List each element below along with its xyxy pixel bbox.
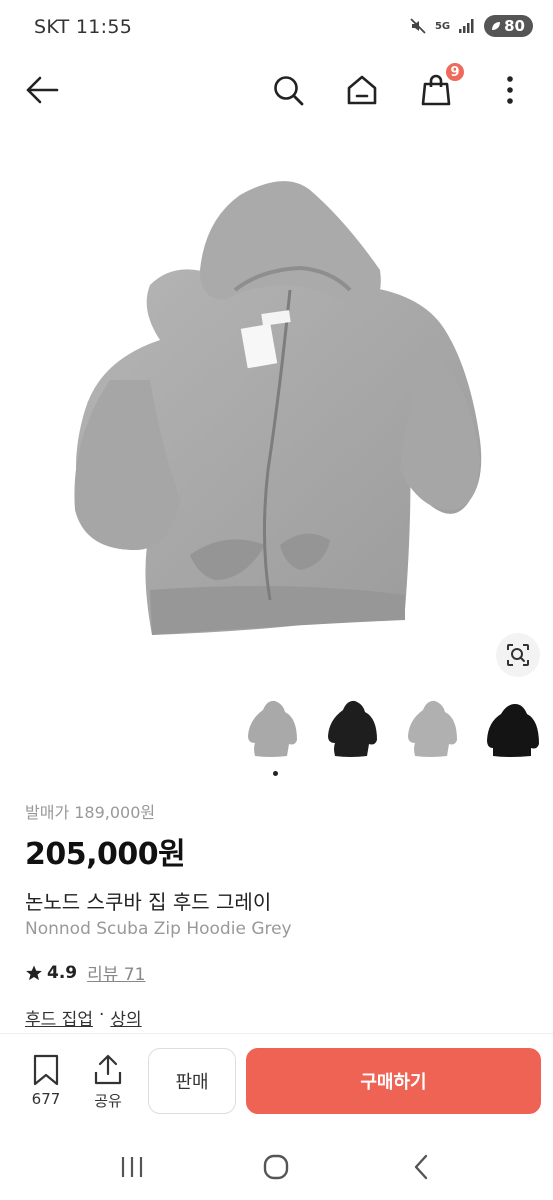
wish-button[interactable]: 677 bbox=[26, 1054, 66, 1108]
lens-search-icon bbox=[507, 644, 529, 666]
carrier-time: SKT 11:55 bbox=[34, 16, 133, 38]
wish-count: 677 bbox=[31, 1090, 61, 1108]
product-name-english: Nonnod Scuba Zip Hoodie Grey bbox=[25, 919, 292, 939]
current-price: 205,000원 bbox=[25, 837, 186, 872]
rating-row: 4.9 리뷰 71 bbox=[25, 960, 145, 985]
thumbnail-3[interactable] bbox=[403, 694, 463, 764]
hoodie-image bbox=[74, 181, 482, 635]
back-button[interactable] bbox=[22, 70, 62, 110]
reviews-link[interactable]: 리뷰 71 bbox=[87, 960, 145, 985]
product-image[interactable] bbox=[0, 140, 553, 680]
cart-button[interactable]: 9 bbox=[416, 61, 466, 110]
star-icon bbox=[26, 965, 42, 980]
thumbnail-strip bbox=[243, 694, 543, 764]
recent-apps-button[interactable] bbox=[102, 1137, 162, 1197]
share-icon bbox=[94, 1054, 122, 1085]
chevron-left-icon bbox=[414, 1154, 428, 1179]
category-separator: · bbox=[98, 1005, 105, 1025]
grey-hoodie-thumb-icon bbox=[408, 700, 457, 757]
rating-value: 4.9 bbox=[47, 962, 78, 983]
category-breadcrumb: 후드 집업 · 상의 bbox=[25, 1005, 142, 1030]
buy-button[interactable]: 구매하기 bbox=[246, 1048, 541, 1114]
black-hoodie-thumb-icon bbox=[487, 704, 539, 757]
more-button[interactable] bbox=[490, 70, 530, 110]
bottom-action-bar: 677 공유 판매 구매하기 bbox=[0, 1033, 553, 1133]
battery-level: 80 bbox=[504, 17, 525, 35]
home-button[interactable] bbox=[342, 70, 382, 110]
back-arrow-icon bbox=[26, 76, 59, 104]
product-name-korean: 논노드 스쿠바 집 후드 그레이 bbox=[25, 890, 272, 914]
signal-icon bbox=[459, 19, 474, 33]
sell-button[interactable]: 판매 bbox=[148, 1048, 236, 1114]
search-icon bbox=[274, 76, 304, 106]
status-bar: SKT 11:55 5G 80 bbox=[0, 0, 553, 56]
battery-indicator: 80 bbox=[484, 15, 533, 37]
image-search-button[interactable] bbox=[496, 633, 540, 677]
status-icons: 5G 80 bbox=[409, 15, 533, 37]
cart-count-badge: 9 bbox=[444, 61, 466, 83]
black-hoodie-thumb-icon bbox=[328, 700, 377, 757]
mute-icon bbox=[410, 18, 426, 34]
recent-apps-icon bbox=[122, 1156, 143, 1177]
network-label: 5G bbox=[434, 20, 451, 32]
retail-price: 발매가 189,000원 bbox=[25, 803, 156, 822]
bookmark-icon bbox=[33, 1054, 59, 1086]
grey-hoodie-thumb-icon bbox=[248, 700, 297, 757]
home-circle-icon bbox=[264, 1154, 289, 1179]
more-vertical-icon bbox=[507, 76, 513, 104]
home-nav-button[interactable] bbox=[246, 1137, 306, 1197]
leaf-icon bbox=[492, 22, 501, 30]
gallery-page-indicator bbox=[273, 771, 278, 776]
share-label: 공유 bbox=[94, 1092, 122, 1110]
thumbnail-1[interactable] bbox=[243, 694, 303, 764]
share-button[interactable]: 공유 bbox=[88, 1054, 128, 1111]
system-navigation-bar bbox=[0, 1133, 553, 1200]
category-link-hood-zipup[interactable]: 후드 집업 bbox=[25, 1005, 93, 1030]
app-header: 9 bbox=[0, 60, 553, 120]
category-link-tops[interactable]: 상의 bbox=[110, 1005, 141, 1030]
search-button[interactable] bbox=[268, 70, 308, 110]
back-nav-button[interactable] bbox=[391, 1137, 451, 1197]
thumbnail-4[interactable] bbox=[483, 694, 543, 764]
home-icon bbox=[347, 75, 377, 105]
thumbnail-2[interactable] bbox=[323, 694, 383, 764]
